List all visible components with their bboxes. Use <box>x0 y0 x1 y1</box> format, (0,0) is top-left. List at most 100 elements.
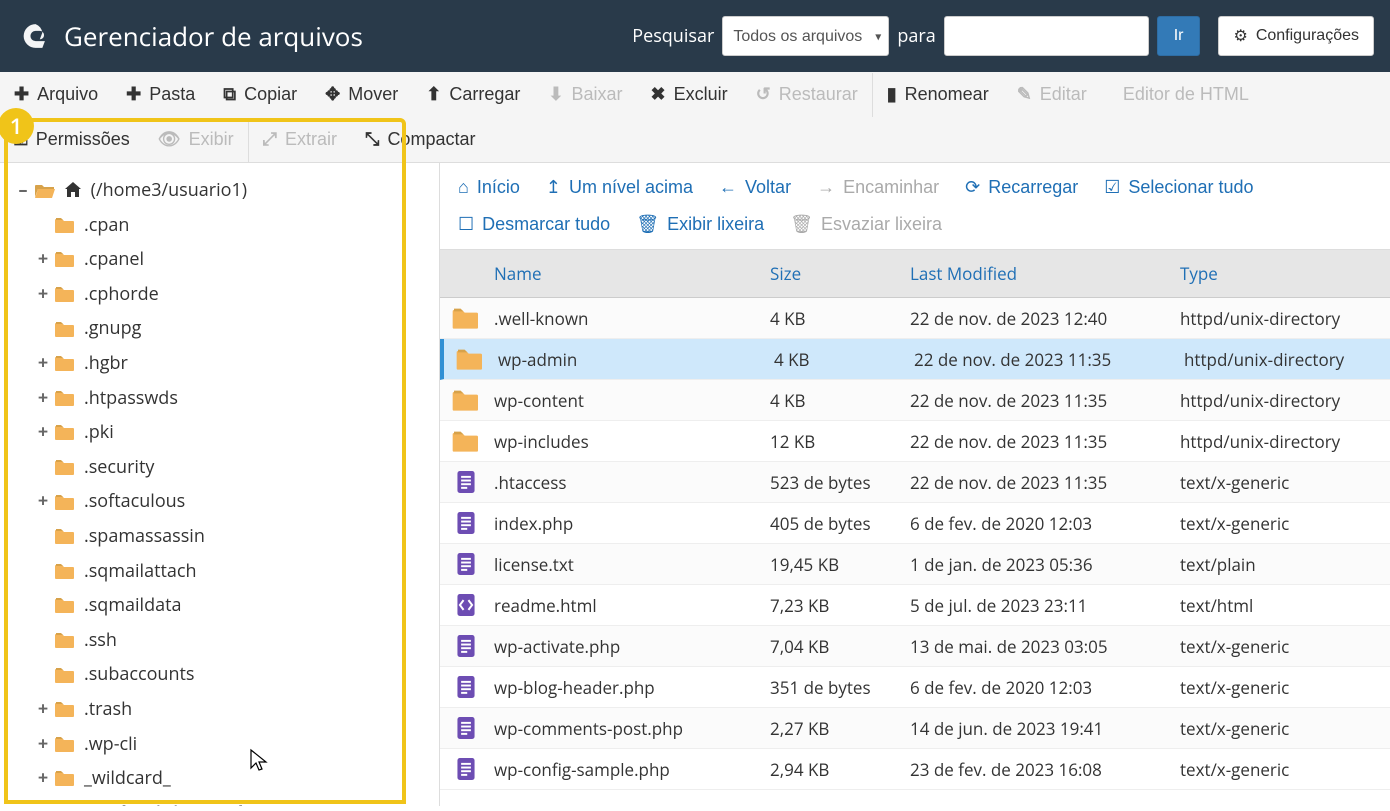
toolbar-excluir[interactable]: ✖Excluir <box>637 72 742 117</box>
tree-item--wp-cli[interactable]: +.wp-cli <box>36 727 439 762</box>
tree-item--cpan[interactable]: +.cpan <box>36 208 439 243</box>
table-row[interactable]: readme.html 7,23 KB 5 de jul. de 2023 23… <box>440 585 1390 626</box>
text-icon <box>452 714 480 742</box>
tree-item-seudominio-com-br[interactable]: –seudominio.com.br <box>36 796 439 806</box>
text-icon <box>452 755 480 783</box>
table-row[interactable]: wp-blog-header.php 351 de bytes 6 de fev… <box>440 667 1390 708</box>
html-icon <box>452 591 480 619</box>
toolbar-extrair: ⤢Extrair <box>249 117 351 162</box>
folder-icon <box>54 216 76 234</box>
gear-icon: ⚙ <box>1233 26 1247 46</box>
cpanel-logo <box>16 19 50 53</box>
close-icon: ✖ <box>651 84 666 105</box>
folder-icon <box>54 320 76 338</box>
table-row[interactable]: .htaccess 523 de bytes 22 de nov. de 202… <box>440 462 1390 503</box>
toolbar-copiar[interactable]: ⧉Copiar <box>209 72 311 117</box>
table-row[interactable]: wp-admin 4 KB 22 de nov. de 2023 11:35 h… <box>440 339 1390 380</box>
action-início[interactable]: ⌂Início <box>454 171 524 204</box>
check-square-icon: ☑ <box>1104 177 1120 198</box>
table-header: Name Size Last Modified Type <box>440 250 1390 298</box>
folder-icon <box>54 596 76 614</box>
col-name[interactable]: Name <box>440 250 760 297</box>
folder-icon <box>54 769 76 787</box>
table-row[interactable]: wp-includes 12 KB 22 de nov. de 2023 11:… <box>440 421 1390 462</box>
action-voltar[interactable]: ←Voltar <box>715 171 795 204</box>
action-bar: ⌂Início ↥Um nível acima ←Voltar →Encaminhar… <box>440 163 1390 250</box>
refresh-icon: ⟳ <box>965 177 980 198</box>
folder-icon <box>452 427 480 455</box>
pencil-icon: ✎ <box>1017 84 1032 105</box>
toolbar-mover[interactable]: ✥Mover <box>311 72 412 117</box>
tree-item--subaccounts[interactable]: +.subaccounts <box>36 657 439 692</box>
top-header: Gerenciador de arquivos Pesquisar Todos … <box>0 0 1390 72</box>
level-up-icon: ↥ <box>546 177 561 198</box>
col-mod[interactable]: Last Modified <box>900 250 1170 297</box>
table-row[interactable]: license.txt 19,45 KB 1 de jan. de 2023 0… <box>440 544 1390 585</box>
folder-icon <box>54 631 76 649</box>
folder-icon <box>54 527 76 545</box>
plus-icon: ✚ <box>14 84 29 105</box>
search-go-button[interactable]: Ir <box>1157 16 1201 56</box>
text-icon <box>452 468 480 496</box>
folder-icon <box>54 666 76 684</box>
folder-icon <box>54 735 76 753</box>
table-row[interactable]: wp-comments-post.php 2,27 KB 14 de jun. … <box>440 708 1390 749</box>
tree-item--htpasswds[interactable]: +.htpasswds <box>36 381 439 416</box>
plus-icon: ✚ <box>126 84 141 105</box>
col-size[interactable]: Size <box>760 250 900 297</box>
table-row[interactable]: wp-config-sample.php 2,94 KB 23 de fev. … <box>440 749 1390 790</box>
arrow-right-icon: → <box>817 177 835 198</box>
folder-open-icon <box>34 181 56 199</box>
toolbar-compactar[interactable]: ⤡Compactar <box>351 117 489 162</box>
action-um-nível-acima[interactable]: ↥Um nível acima <box>542 171 697 204</box>
tree-item--softaculous[interactable]: +.softaculous <box>36 484 439 519</box>
folder-icon <box>54 562 76 580</box>
tree-item--pki[interactable]: +.pki <box>36 415 439 450</box>
table-row[interactable]: index.php 405 de bytes 6 de fev. de 2020… <box>440 503 1390 544</box>
tree-item--sqmailattach[interactable]: +.sqmailattach <box>36 554 439 589</box>
action-encaminhar: →Encaminhar <box>813 171 943 204</box>
move-icon: ✥ <box>325 84 340 105</box>
search-input[interactable] <box>944 16 1149 56</box>
tree-item--spamassassin[interactable]: +.spamassassin <box>36 519 439 554</box>
folder-icon <box>54 458 76 476</box>
arrow-left-icon: ← <box>719 177 737 198</box>
col-type[interactable]: Type <box>1170 250 1390 297</box>
search-scope-select[interactable]: Todos os arquivos ▾ <box>722 16 889 56</box>
toolbar-baixar: ⬇Baixar <box>534 72 636 117</box>
tree-item--security[interactable]: +.security <box>36 450 439 485</box>
tree-root[interactable]: – (/home3/usuario1) <box>16 173 439 208</box>
tree-item--ssh[interactable]: +.ssh <box>36 623 439 658</box>
tree-item--sqmaildata[interactable]: +.sqmaildata <box>36 588 439 623</box>
action-exibir-lixeira[interactable]: 🗑Exibir lixeira <box>632 208 768 241</box>
folder-icon <box>54 493 76 511</box>
table-row[interactable]: wp-activate.php 7,04 KB 13 de mai. de 20… <box>440 626 1390 667</box>
home-icon: ⌂ <box>458 177 469 198</box>
tree-item--gnupg[interactable]: +.gnupg <box>36 311 439 346</box>
tree-item--cpanel[interactable]: +.cpanel <box>36 242 439 277</box>
action-desmarcar-tudo[interactable]: ☐Desmarcar tudo <box>454 208 614 241</box>
folder-icon <box>452 386 480 414</box>
tree-item--cphorde[interactable]: +.cphorde <box>36 277 439 312</box>
toolbar: ✚Arquivo✚Pasta⧉Copiar✥Mover⬆Carregar⬇Bai… <box>0 72 1390 163</box>
tree-item--hgbr[interactable]: +.hgbr <box>36 346 439 381</box>
toolbar-pasta[interactable]: ✚Pasta <box>112 72 209 117</box>
settings-button[interactable]: ⚙ Configurações <box>1218 16 1374 56</box>
undo-icon: ↺ <box>756 84 771 105</box>
toolbar-renomear[interactable]: ▮Renomear <box>873 72 1003 117</box>
folder-icon <box>54 423 76 441</box>
file-table[interactable]: Name Size Last Modified Type .well-known… <box>440 250 1390 806</box>
action-recarregar[interactable]: ⟳Recarregar <box>961 171 1082 204</box>
table-row[interactable]: wp-content 4 KB 22 de nov. de 2023 11:35… <box>440 380 1390 421</box>
tree-item--trash[interactable]: +.trash <box>36 692 439 727</box>
folder-icon <box>452 304 480 332</box>
toolbar-carregar[interactable]: ⬆Carregar <box>412 72 534 117</box>
folder-tree-panel[interactable]: – (/home3/usuario1)+.cpan+.cpanel+.cphor… <box>0 163 440 806</box>
table-row[interactable]: .well-known 4 KB 22 de nov. de 2023 12:4… <box>440 298 1390 339</box>
folder-icon <box>456 345 484 373</box>
trash-icon: 🗑 <box>790 214 813 235</box>
action-selecionar-tudo[interactable]: ☑Selecionar tudo <box>1100 171 1257 204</box>
file-icon: ▮ <box>887 84 897 105</box>
tree-item--wildcard-[interactable]: +_wildcard_ <box>36 761 439 796</box>
text-icon <box>452 673 480 701</box>
